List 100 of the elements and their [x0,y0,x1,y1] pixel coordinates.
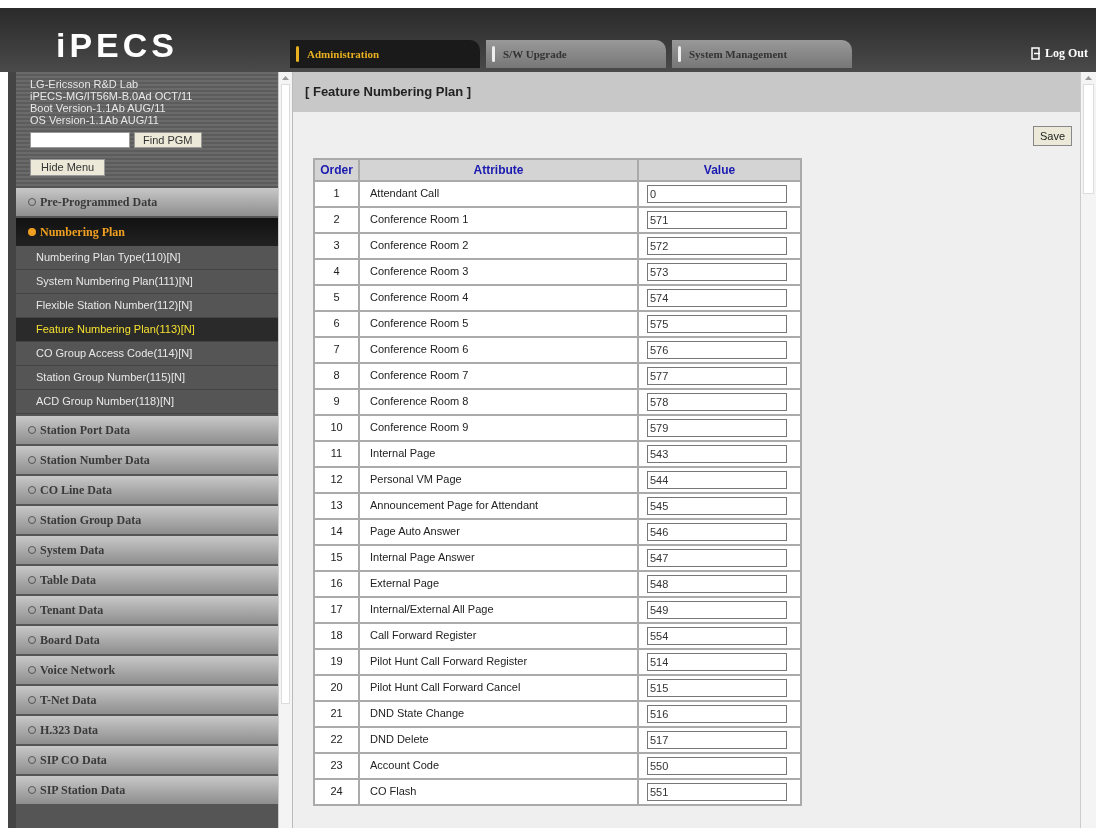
value-field[interactable]: 516 [647,705,787,723]
logo: iPECS [56,28,179,62]
scroll-up-icon[interactable] [1085,76,1092,80]
menu-item[interactable]: Station Port Data [16,416,278,444]
attribute-cell: Announcement Page for Attendant [359,493,638,519]
attribute-cell: Internal Page Answer [359,545,638,571]
order-cell: 11 [314,441,359,467]
value-field[interactable]: 571 [647,211,787,229]
menu-item[interactable]: T-Net Data [16,686,278,714]
order-cell: 22 [314,727,359,753]
order-cell: 13 [314,493,359,519]
attribute-cell: External Page [359,571,638,597]
value-field[interactable]: 573 [647,263,787,281]
menu-item[interactable]: Board Data [16,626,278,654]
attribute-cell: Call Forward Register [359,623,638,649]
menu-item[interactable]: H.323 Data [16,716,278,744]
tab[interactable]: S/W Upgrade [486,40,666,68]
value-field[interactable]: 575 [647,315,787,333]
submenu-item[interactable]: Feature Numbering Plan(113)[N] [16,318,278,342]
column-header: Value [638,159,801,181]
value-field[interactable]: 549 [647,601,787,619]
order-cell: 5 [314,285,359,311]
value-field[interactable]: 547 [647,549,787,567]
menu-item[interactable]: Table Data [16,566,278,594]
attribute-cell: CO Flash [359,779,638,805]
value-field[interactable]: 578 [647,393,787,411]
menu-item[interactable]: CO Line Data [16,476,278,504]
attribute-cell: Conference Room 4 [359,285,638,311]
submenu-item[interactable]: ACD Group Number(118)[N] [16,390,278,414]
hide-menu-button[interactable]: Hide Menu [30,159,106,176]
menu-item[interactable]: Station Group Data [16,506,278,534]
order-cell: 12 [314,467,359,493]
find-button[interactable]: Find PGM [134,132,202,148]
attribute-cell: Internal Page [359,441,638,467]
value-field[interactable]: 577 [647,367,787,385]
order-cell: 15 [314,545,359,571]
scroll-up-icon[interactable] [282,76,289,80]
attribute-cell: Conference Room 8 [359,389,638,415]
logout-icon [1031,46,1041,60]
attribute-cell: DND Delete [359,727,638,753]
value-field[interactable]: 0 [647,185,787,203]
attribute-cell: Conference Room 1 [359,207,638,233]
menu-item[interactable]: Numbering Plan [16,218,278,246]
order-cell: 4 [314,259,359,285]
order-cell: 9 [314,389,359,415]
submenu-item[interactable]: Station Group Number(115)[N] [16,366,278,390]
value-field[interactable]: 546 [647,523,787,541]
value-field[interactable]: 517 [647,731,787,749]
value-field[interactable]: 551 [647,783,787,801]
value-field[interactable]: 576 [647,341,787,359]
value-field[interactable]: 544 [647,471,787,489]
tab[interactable]: System Management [672,40,852,68]
order-cell: 23 [314,753,359,779]
value-field[interactable]: 554 [647,627,787,645]
attribute-cell: Attendant Call [359,181,638,207]
value-field[interactable]: 574 [647,289,787,307]
attribute-cell: Internal/External All Page [359,597,638,623]
value-field[interactable]: 572 [647,237,787,255]
column-header: Attribute [359,159,638,181]
value-field[interactable]: 550 [647,757,787,775]
system-info-line: LG-Ericsson R&D Lab [30,78,140,90]
logout-link[interactable]: Log Out [1031,44,1088,62]
submenu-item[interactable]: CO Group Access Code(114)[N] [16,342,278,366]
menu-item[interactable]: Pre-Programmed Data [16,188,278,216]
value-field[interactable]: 548 [647,575,787,593]
submenu-item[interactable]: System Numbering Plan(111)[N] [16,270,278,294]
order-cell: 21 [314,701,359,727]
order-cell: 8 [314,363,359,389]
order-cell: 20 [314,675,359,701]
order-cell: 19 [314,649,359,675]
attribute-cell: Pilot Hunt Call Forward Register [359,649,638,675]
attribute-cell: Conference Room 6 [359,337,638,363]
tab[interactable]: Administration [290,40,480,68]
menu-item[interactable]: Station Number Data [16,446,278,474]
order-cell: 1 [314,181,359,207]
order-cell: 16 [314,571,359,597]
attribute-cell: Account Code [359,753,638,779]
order-cell: 18 [314,623,359,649]
system-info-line: Boot Version-1.1Ab AUG/11 [30,102,167,114]
system-info-line: iPECS-MG/IT56M-B.0Ad OCT/11 [30,90,194,102]
menu-item[interactable]: System Data [16,536,278,564]
value-field[interactable]: 515 [647,679,787,697]
save-button[interactable]: Save [1032,126,1072,146]
value-field[interactable]: 514 [647,653,787,671]
order-cell: 3 [314,233,359,259]
menu-item[interactable]: Voice Network [16,656,278,684]
search-field[interactable] [30,132,130,148]
value-field[interactable]: 543 [647,445,787,463]
submenu-item[interactable]: Numbering Plan Type(110)[N] [16,246,278,270]
value-field[interactable]: 545 [647,497,787,515]
order-cell: 7 [314,337,359,363]
attribute-cell: Pilot Hunt Call Forward Cancel [359,675,638,701]
value-field[interactable]: 579 [647,419,787,437]
order-cell: 24 [314,779,359,805]
menu-item[interactable]: SIP Station Data [16,776,278,804]
menu-item[interactable]: Tenant Data [16,596,278,624]
order-cell: 6 [314,311,359,337]
menu-item[interactable]: SIP CO Data [16,746,278,774]
order-cell: 14 [314,519,359,545]
attribute-cell: Conference Room 2 [359,233,638,259]
